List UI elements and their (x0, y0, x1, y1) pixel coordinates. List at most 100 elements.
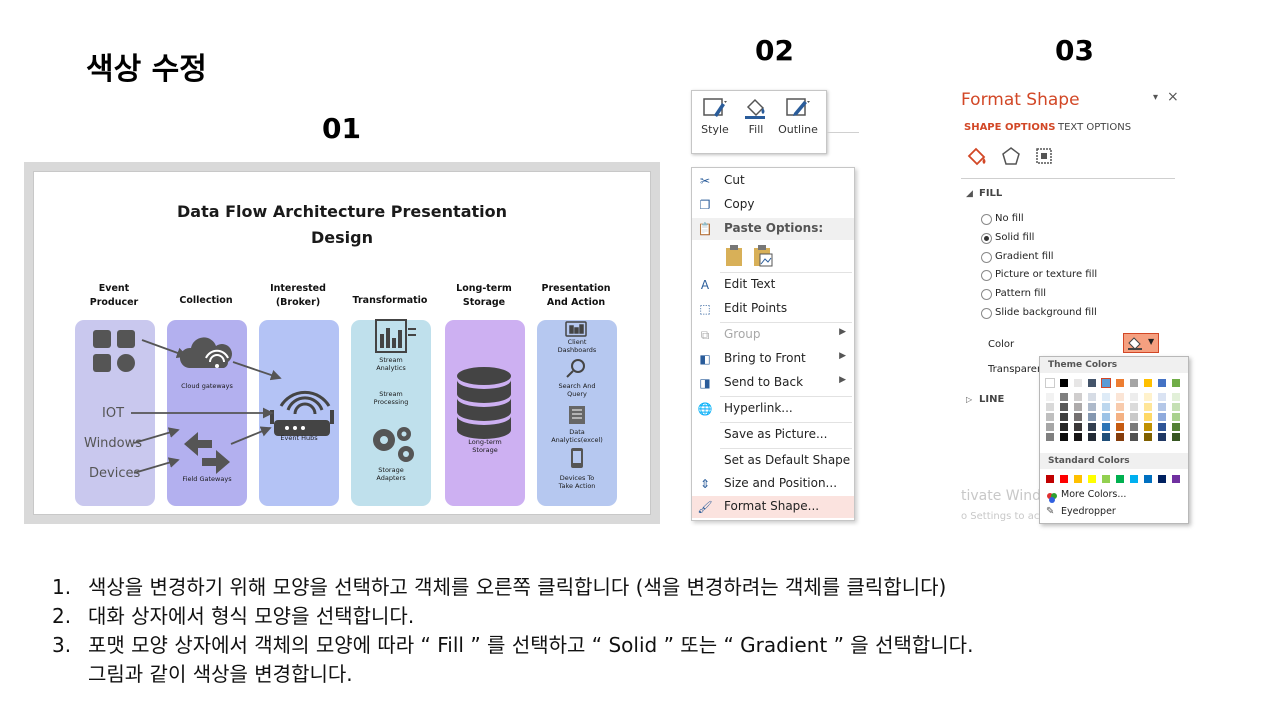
menu-size-position[interactable]: ⇕ Size and Position... (692, 473, 854, 495)
theme-shade-swatch[interactable] (1172, 403, 1180, 411)
paste-keep-source-icon[interactable] (724, 244, 746, 272)
theme-swatch[interactable] (1172, 379, 1180, 387)
menu-edit-points[interactable]: ⬚ Edit Points (692, 298, 854, 320)
theme-shade-swatch[interactable] (1130, 393, 1138, 401)
theme-shade-swatch[interactable] (1116, 433, 1124, 441)
theme-shade-swatch[interactable] (1088, 433, 1096, 441)
line-expand-icon[interactable]: ▷ (966, 395, 972, 404)
theme-shade-swatch[interactable] (1130, 413, 1138, 421)
theme-swatch[interactable] (1116, 379, 1124, 387)
theme-shade-swatch[interactable] (1060, 423, 1068, 431)
theme-shade-swatch[interactable] (1074, 433, 1082, 441)
theme-shade-swatch[interactable] (1172, 393, 1180, 401)
theme-shade-swatch[interactable] (1060, 413, 1068, 421)
theme-shade-swatch[interactable] (1144, 403, 1152, 411)
theme-shade-swatch[interactable] (1102, 433, 1110, 441)
theme-shade-swatch[interactable] (1074, 393, 1082, 401)
theme-shade-swatch[interactable] (1046, 413, 1054, 421)
standard-swatch[interactable] (1144, 475, 1152, 483)
theme-shade-swatch[interactable] (1046, 403, 1054, 411)
theme-shade-swatch[interactable] (1158, 393, 1166, 401)
theme-shade-swatch[interactable] (1158, 433, 1166, 441)
menu-copy[interactable]: ❐ Copy (692, 194, 854, 216)
tab-text-options[interactable]: TEXT OPTIONS (1058, 122, 1131, 133)
theme-shade-swatch[interactable] (1144, 433, 1152, 441)
tab-shape-options[interactable]: SHAPE OPTIONS (964, 122, 1055, 133)
standard-swatch[interactable] (1074, 475, 1082, 483)
theme-shade-swatch[interactable] (1060, 403, 1068, 411)
theme-shade-swatch[interactable] (1088, 403, 1096, 411)
radio-slide-background-fill[interactable] (981, 308, 992, 319)
effects-tab-icon[interactable] (1001, 146, 1021, 166)
standard-swatch[interactable] (1158, 475, 1166, 483)
size-properties-tab-icon[interactable] (1034, 146, 1054, 166)
theme-shade-swatch[interactable] (1172, 423, 1180, 431)
close-icon[interactable]: × (1167, 89, 1179, 105)
theme-shade-swatch[interactable] (1144, 393, 1152, 401)
theme-shade-swatch[interactable] (1060, 393, 1068, 401)
fill-expand-icon[interactable]: ◢ (966, 189, 973, 199)
theme-shade-swatch[interactable] (1102, 393, 1110, 401)
radio-gradient-fill[interactable] (981, 252, 992, 263)
standard-swatch[interactable] (1130, 475, 1138, 483)
theme-shade-swatch[interactable] (1116, 393, 1124, 401)
theme-shade-swatch[interactable] (1130, 403, 1138, 411)
standard-swatch[interactable] (1102, 475, 1110, 483)
theme-shade-swatch[interactable] (1102, 413, 1110, 421)
theme-shade-swatch[interactable] (1116, 403, 1124, 411)
pane-options-icon[interactable]: ▾ (1153, 92, 1158, 103)
theme-shade-swatch[interactable] (1074, 423, 1082, 431)
theme-shade-swatch[interactable] (1074, 403, 1082, 411)
theme-shade-swatch[interactable] (1088, 423, 1096, 431)
standard-swatch[interactable] (1116, 475, 1124, 483)
menu-edit-text[interactable]: A Edit Text (692, 274, 854, 296)
theme-swatch[interactable] (1088, 379, 1096, 387)
outline-button[interactable]: Outline (776, 95, 820, 136)
radio-pattern-fill[interactable] (981, 289, 992, 300)
paste-picture-icon[interactable] (752, 244, 774, 272)
menu-cut[interactable]: ✂ Cut (692, 170, 854, 192)
menu-send-to-back[interactable]: ◨ Send to Back ▶ (692, 372, 854, 394)
theme-shade-swatch[interactable] (1074, 413, 1082, 421)
standard-swatch[interactable] (1060, 475, 1068, 483)
menu-hyperlink[interactable]: 🌐 Hyperlink... (692, 398, 854, 420)
theme-shade-swatch[interactable] (1046, 423, 1054, 431)
menu-save-as-picture[interactable]: Save as Picture... (692, 424, 854, 446)
theme-shade-swatch[interactable] (1116, 423, 1124, 431)
color-picker-button[interactable]: ▼ (1123, 333, 1159, 353)
theme-swatch[interactable] (1144, 379, 1152, 387)
more-colors-option[interactable]: More Colors... (1061, 489, 1126, 500)
theme-shade-swatch[interactable] (1144, 413, 1152, 421)
theme-swatch[interactable] (1045, 378, 1055, 388)
theme-shade-swatch[interactable] (1088, 413, 1096, 421)
theme-swatch[interactable] (1158, 379, 1166, 387)
theme-shade-swatch[interactable] (1060, 433, 1068, 441)
theme-swatch[interactable] (1074, 379, 1082, 387)
theme-shade-swatch[interactable] (1088, 393, 1096, 401)
menu-format-shape[interactable]: 🖌 Format Shape... (692, 496, 854, 518)
theme-swatch[interactable] (1060, 379, 1068, 387)
theme-shade-swatch[interactable] (1102, 403, 1110, 411)
theme-shade-swatch[interactable] (1158, 403, 1166, 411)
standard-swatch[interactable] (1046, 475, 1054, 483)
theme-shade-swatch[interactable] (1172, 413, 1180, 421)
theme-shade-swatch[interactable] (1130, 423, 1138, 431)
theme-shade-swatch[interactable] (1130, 433, 1138, 441)
theme-shade-swatch[interactable] (1158, 413, 1166, 421)
theme-shade-swatch[interactable] (1172, 433, 1180, 441)
theme-shade-swatch[interactable] (1102, 423, 1110, 431)
line-section-header[interactable]: LINE (979, 394, 1004, 405)
theme-shade-swatch[interactable] (1046, 433, 1054, 441)
style-button[interactable]: Style (693, 95, 737, 136)
standard-swatch[interactable] (1088, 475, 1096, 483)
menu-set-default-shape[interactable]: Set as Default Shape (692, 450, 854, 472)
eyedropper-option[interactable]: Eyedropper (1061, 506, 1116, 517)
theme-shade-swatch[interactable] (1144, 423, 1152, 431)
theme-swatch[interactable] (1130, 379, 1138, 387)
theme-shade-swatch[interactable] (1046, 393, 1054, 401)
fill-line-tab-icon[interactable] (965, 146, 987, 168)
theme-shade-swatch[interactable] (1158, 423, 1166, 431)
fill-button[interactable]: Fill (734, 95, 778, 136)
fill-section-header[interactable]: FILL (979, 188, 1002, 199)
theme-shade-swatch[interactable] (1116, 413, 1124, 421)
